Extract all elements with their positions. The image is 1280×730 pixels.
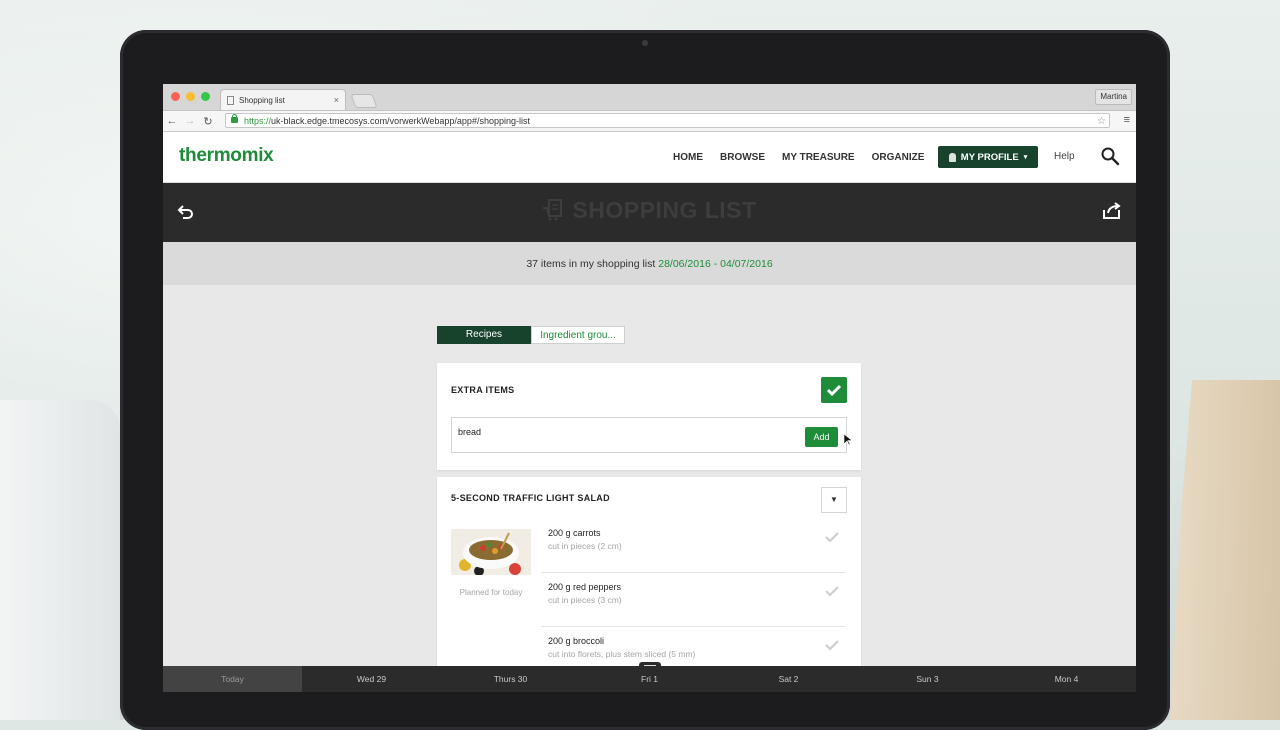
day-today[interactable]: Today xyxy=(163,666,302,692)
shopping-list-summary: 37 items in my shopping list 28/06/2016 … xyxy=(163,242,1136,287)
mug-decoration xyxy=(0,400,120,720)
page-icon xyxy=(227,95,234,105)
site-header: thermomix HOME BROWSE MY TREASURE ORGANI… xyxy=(163,132,1136,183)
salad-bowl-image xyxy=(451,529,531,575)
tab-title: Shopping list xyxy=(239,95,285,105)
lock-icon xyxy=(231,114,238,123)
maximize-window-icon[interactable] xyxy=(201,92,210,101)
day-selector-bar: Today Wed 29 Thurs 30 Fri 1 Sat 2 Sun 3 … xyxy=(163,666,1136,692)
check-icon[interactable] xyxy=(825,639,839,651)
day-sun-3[interactable]: Sun 3 xyxy=(858,666,997,692)
ingredient-prep: cut into florets, plus stem sliced (5 mm… xyxy=(548,649,696,659)
search-icon[interactable] xyxy=(1100,146,1120,166)
extra-item-input-value: bread xyxy=(458,427,482,437)
extra-items-title: EXTRA ITEMS xyxy=(451,385,515,395)
mouse-pointer-icon xyxy=(844,434,852,446)
nav-organize[interactable]: ORGANIZE xyxy=(872,152,925,163)
thermomix-logo[interactable]: thermomix xyxy=(179,145,274,167)
page-title-bar: SHOPPING LIST xyxy=(163,183,1136,242)
page-title: SHOPPING LIST xyxy=(163,197,1136,224)
minimize-window-icon[interactable] xyxy=(186,92,195,101)
recipe-card: 5-SECOND TRAFFIC LIGHT SALAD ▼ Planned f… xyxy=(437,477,861,677)
recipe-dropdown-button[interactable]: ▼ xyxy=(821,487,847,513)
profile-user-badge[interactable]: Martina xyxy=(1095,89,1132,105)
ingredient-prep: cut in pieces (3 cm) xyxy=(548,595,622,605)
camera-dot xyxy=(642,40,648,46)
day-fri-1[interactable]: Fri 1 xyxy=(580,666,719,692)
share-icon[interactable] xyxy=(1102,202,1122,220)
check-icon[interactable] xyxy=(825,531,839,543)
summary-text: 37 items in my shopping list xyxy=(526,258,659,270)
person-icon xyxy=(948,152,956,162)
recipe-title: 5-SECOND TRAFFIC LIGHT SALAD xyxy=(451,493,610,503)
extra-item-input[interactable]: bread Add xyxy=(451,417,847,453)
day-mon-4[interactable]: Mon 4 xyxy=(997,666,1136,692)
date-range: 28/06/2016 - 04/07/2016 xyxy=(658,258,773,270)
browser-window: Shopping list × Martina ← → ↻ https://uk… xyxy=(163,84,1136,692)
nav-browse[interactable]: BROWSE xyxy=(720,152,765,163)
tab-ingredient-groups[interactable]: Ingredient grou... xyxy=(531,326,625,344)
browser-tab[interactable]: Shopping list × xyxy=(220,89,346,110)
day-thurs-30[interactable]: Thurs 30 xyxy=(441,666,580,692)
window-controls xyxy=(171,92,210,101)
bookmark-star-icon[interactable]: ☆ xyxy=(1097,114,1106,129)
add-button[interactable]: Add xyxy=(805,427,838,447)
ingredient-row[interactable]: 200 g carrots cut in pieces (2 cm) xyxy=(541,519,845,573)
extra-items-card: EXTRA ITEMS bread Add xyxy=(437,363,861,470)
checkmark-icon xyxy=(826,384,842,397)
url-text: uk-black.edge.tmecosys.com/vorwerkWebapp… xyxy=(271,116,530,126)
close-window-icon[interactable] xyxy=(171,92,180,101)
view-toggle: Recipes Ingredient grou... xyxy=(437,326,625,344)
forward-arrow-icon[interactable]: → xyxy=(181,115,199,127)
nav-home[interactable]: HOME xyxy=(673,152,703,163)
help-link[interactable]: Help xyxy=(1054,151,1075,162)
check-icon[interactable] xyxy=(825,585,839,597)
main-nav: HOME BROWSE MY TREASURE ORGANIZE xyxy=(673,132,941,182)
url-scheme: https:// xyxy=(244,116,272,126)
back-arrow-icon[interactable]: ← xyxy=(163,115,181,127)
tab-close-icon[interactable]: × xyxy=(334,95,339,105)
ingredient-row[interactable]: 200 g red peppers cut in pieces (3 cm) xyxy=(541,573,845,627)
new-tab-button[interactable] xyxy=(350,94,378,108)
ingredient-name: 200 g broccoli xyxy=(548,636,605,646)
recipe-thumbnail[interactable] xyxy=(451,529,531,575)
ingredient-prep: cut in pieces (2 cm) xyxy=(548,541,622,551)
browser-menu-icon[interactable]: ≡ xyxy=(1124,114,1130,126)
shopping-list-icon xyxy=(543,199,563,221)
ingredient-name: 200 g carrots xyxy=(548,528,601,538)
page-title-text: SHOPPING LIST xyxy=(572,197,757,223)
tab-recipes[interactable]: Recipes xyxy=(437,326,531,344)
day-sat-2[interactable]: Sat 2 xyxy=(719,666,858,692)
address-bar[interactable]: https://uk-black.edge.tmecosys.com/vorwe… xyxy=(225,113,1110,128)
ingredient-name: 200 g red peppers xyxy=(548,582,622,592)
browser-tab-bar: Shopping list × Martina xyxy=(163,84,1136,111)
main-content: Recipes Ingredient grou... EXTRA ITEMS b… xyxy=(163,285,1136,677)
browser-toolbar: ← → ↻ https://uk-black.edge.tmecosys.com… xyxy=(163,111,1136,132)
day-wed-29[interactable]: Wed 29 xyxy=(302,666,441,692)
my-profile-button[interactable]: MY PROFILE ▾ xyxy=(938,146,1038,168)
reload-icon[interactable]: ↻ xyxy=(199,115,217,128)
my-profile-label: MY PROFILE xyxy=(960,151,1019,163)
nav-my-treasure[interactable]: MY TREASURE xyxy=(782,152,855,163)
caret-down-icon: ▾ xyxy=(1023,154,1028,161)
confirm-check-button[interactable] xyxy=(821,377,847,403)
planned-label: Planned for today xyxy=(459,588,523,597)
